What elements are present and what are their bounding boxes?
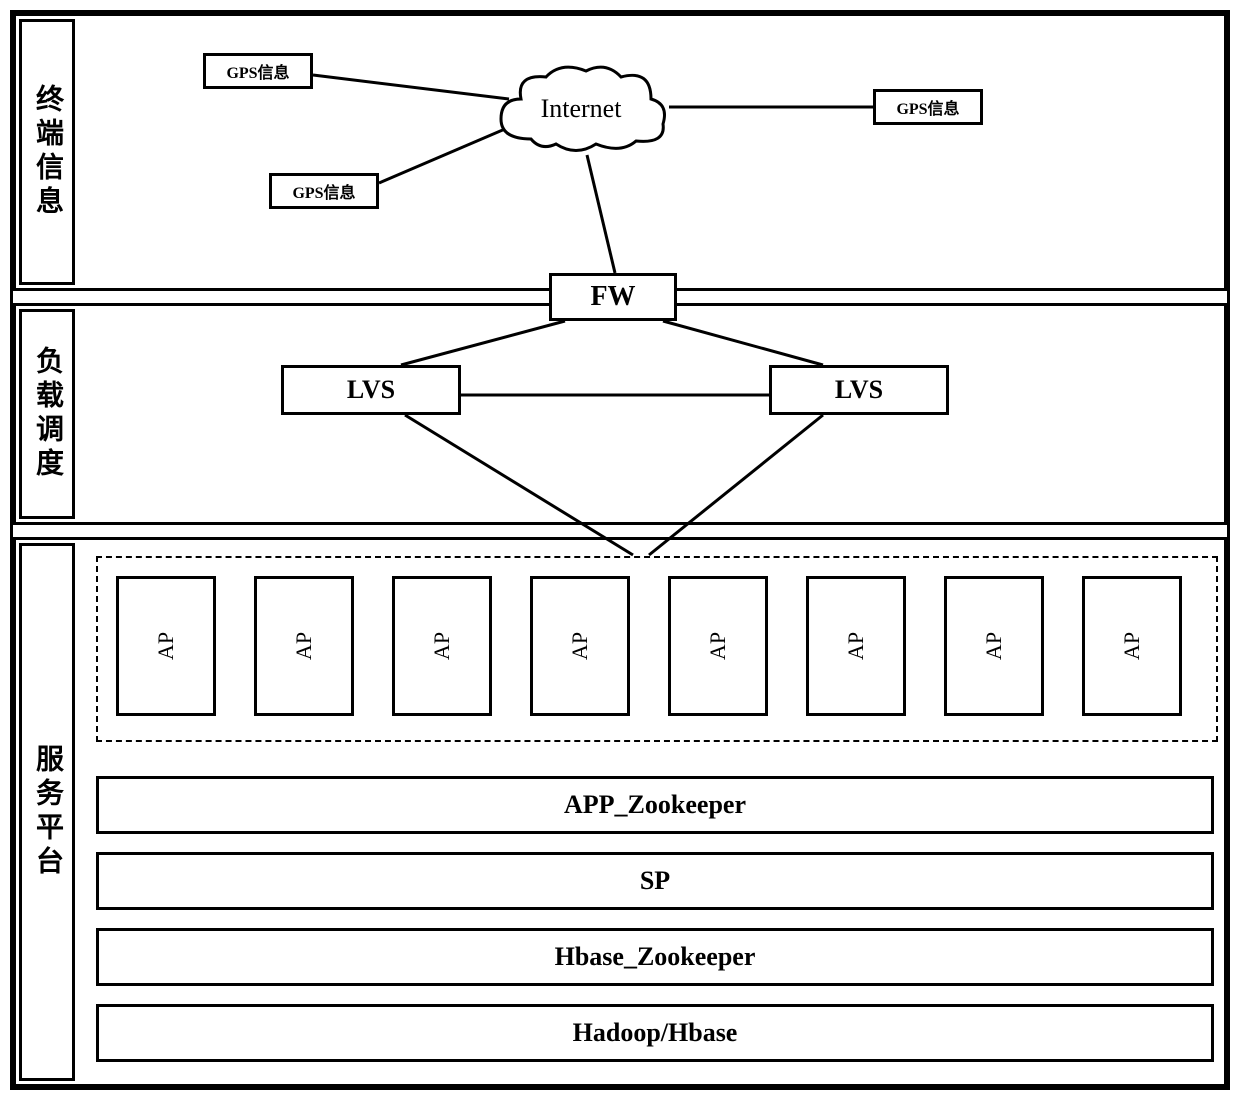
bar-hadoop-hbase: Hadoop/Hbase — [96, 1004, 1214, 1062]
ap-box-8: AP — [1082, 576, 1182, 716]
ap-box-4: AP — [530, 576, 630, 716]
ap-box-1: AP — [116, 576, 216, 716]
internet-cloud: Internet — [491, 59, 671, 159]
cloud-label: Internet — [541, 94, 622, 124]
ap-label: AP — [843, 632, 869, 660]
ap-label: AP — [153, 632, 179, 660]
bar-hbase-zookeeper: Hbase_Zookeeper — [96, 928, 1214, 986]
bar-sp: SP — [96, 852, 1214, 910]
ap-label: AP — [291, 632, 317, 660]
fw-box: FW — [549, 273, 677, 321]
ap-label: AP — [705, 632, 731, 660]
ap-box-2: AP — [254, 576, 354, 716]
ap-label: AP — [567, 632, 593, 660]
section-label-load: 负载调度 — [19, 309, 75, 519]
label-text: 服务平台 — [27, 744, 67, 880]
ap-box-6: AP — [806, 576, 906, 716]
bar-app-zookeeper: APP_Zookeeper — [96, 776, 1214, 834]
ap-box-3: AP — [392, 576, 492, 716]
lvs-box-2: LVS — [769, 365, 949, 415]
section-label-service: 服务平台 — [19, 543, 75, 1081]
ap-label: AP — [1119, 632, 1145, 660]
ap-label: AP — [429, 632, 455, 660]
section-label-terminal: 终端信息 — [19, 19, 75, 285]
gps-box-2: GPS信息 — [269, 173, 379, 209]
ap-box-7: AP — [944, 576, 1044, 716]
label-text: 负载调度 — [27, 346, 67, 482]
gps-box-1: GPS信息 — [203, 53, 313, 89]
lvs-box-1: LVS — [281, 365, 461, 415]
architecture-diagram: 终端信息 负载调度 服务平台 AP AP AP AP AP AP AP AP A… — [10, 10, 1230, 1090]
gps-box-3: GPS信息 — [873, 89, 983, 125]
section-service: 服务平台 AP AP AP AP AP AP AP AP APP_Zookeep… — [13, 537, 1227, 1087]
label-text: 终端信息 — [27, 84, 67, 220]
ap-label: AP — [981, 632, 1007, 660]
section-load: 负载调度 — [13, 303, 1227, 525]
ap-box-5: AP — [668, 576, 768, 716]
